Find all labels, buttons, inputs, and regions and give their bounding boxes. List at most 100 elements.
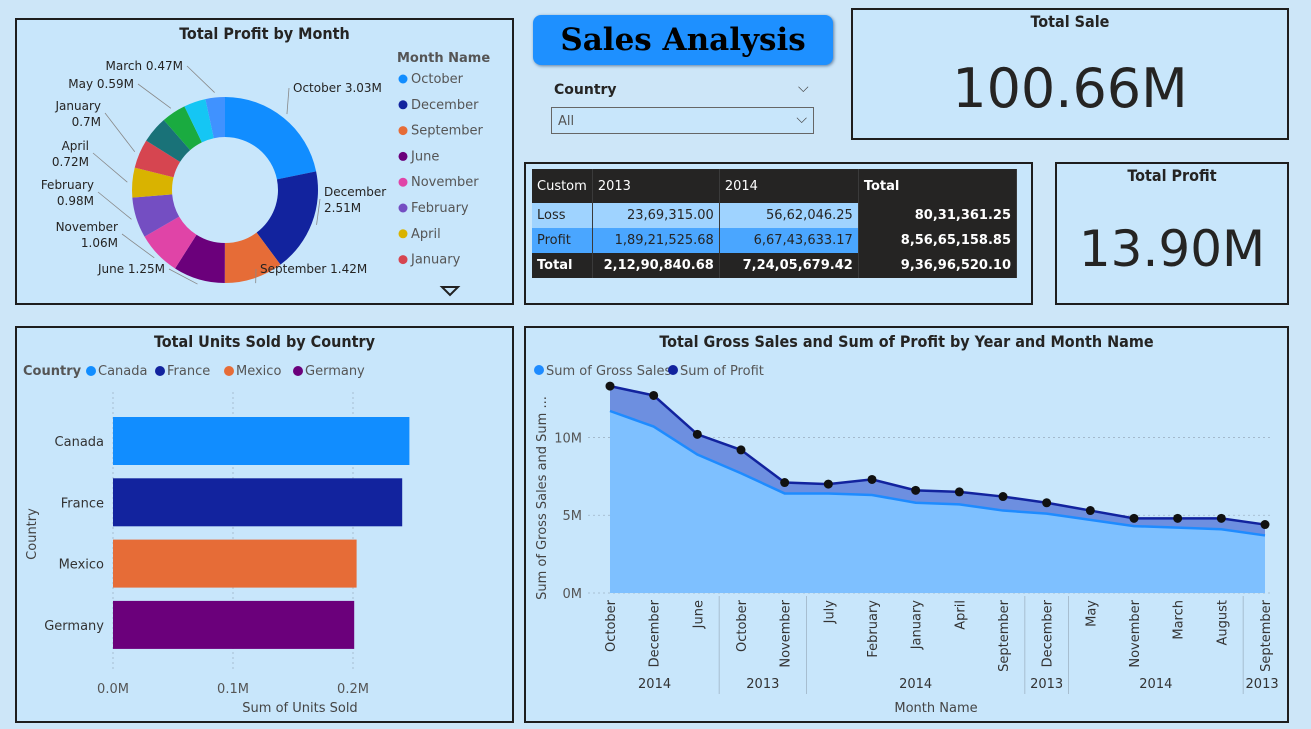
y-tick-label: France [61, 496, 104, 511]
legend-marker [398, 126, 408, 136]
x-tick-label: November [779, 599, 794, 667]
legend-marker [398, 74, 408, 84]
year-label: 2013 [1030, 677, 1063, 692]
legend-marker [293, 366, 303, 376]
data-label: 0.7M [72, 115, 101, 129]
x-tick-label: March [1172, 600, 1187, 640]
year-label: 2014 [1139, 677, 1172, 692]
profit-point [1042, 498, 1052, 508]
matrix-header-cell[interactable]: 2014 [719, 169, 859, 203]
x-tick-label: 0.0M [97, 682, 129, 697]
bar [113, 417, 410, 465]
data-label: December [324, 185, 386, 199]
x-tick-label: July [822, 600, 837, 625]
data-label: October 3.03M [293, 81, 382, 95]
profit-point [911, 485, 921, 495]
x-tick-label: December [648, 599, 663, 667]
x-tick-label: June [691, 600, 706, 629]
cell-value: 23,69,315.00 [592, 203, 720, 228]
bar [113, 478, 403, 527]
total-sale-card: Total Sale 100.66M [851, 8, 1289, 140]
legend-marker [398, 151, 408, 161]
profit-point [954, 487, 964, 497]
x-axis-title: Sum of Units Sold [242, 701, 357, 716]
legend-marker [398, 100, 408, 110]
legend-label: Canada [98, 364, 147, 379]
legend-label: Mexico [236, 364, 281, 379]
x-tick-label: January [910, 600, 925, 651]
bar-chart[interactable]: Country Canada France Mexico Germany 0.0M 0.1M… [17, 328, 512, 721]
profit-point [867, 474, 877, 484]
table-row[interactable]: Total 2,12,90,840.68 7,24,05,679.42 9,36… [532, 253, 1018, 278]
table-row[interactable]: Loss 23,69,315.00 56,62,046.25 80,31,361… [532, 203, 1018, 228]
donut-slice [225, 97, 317, 180]
x-tick-label: September [1259, 599, 1274, 672]
table-row[interactable]: Profit 1,89,21,525.68 6,67,43,633.17 8,5… [532, 228, 1018, 253]
legend-label: February [411, 201, 469, 216]
chevron-down-icon[interactable]: ⌵ [798, 80, 809, 96]
bar [113, 539, 357, 588]
x-tick-label: August [1215, 600, 1230, 646]
kpi-value: 13.90M [1078, 220, 1266, 278]
data-label: September 1.42M [260, 262, 367, 276]
label-leader [186, 65, 215, 93]
y-tick-label: Canada [55, 435, 104, 450]
slicer-value: All [558, 114, 575, 129]
data-label: February [41, 178, 94, 192]
dashboard-title: Sales Analysis [533, 15, 833, 65]
area-chart[interactable]: Sum of Gross Sales Sum of Profit 0M 5M 10M Oc… [526, 328, 1287, 721]
legend-label: Germany [305, 364, 365, 379]
profit-point [1129, 513, 1139, 523]
label-leader [92, 152, 128, 183]
row-label: Loss [532, 203, 593, 228]
x-tick-label: April [953, 600, 968, 630]
profit-point [1085, 506, 1095, 516]
cell-value: 8,56,65,158.85 [858, 228, 1018, 253]
x-tick-label: October [604, 599, 619, 652]
matrix-header-cell[interactable]: 2013 [592, 169, 720, 203]
row-label: Profit [532, 228, 593, 253]
year-label: 2014 [899, 677, 932, 692]
label-leader [286, 87, 290, 115]
legend-label: October [411, 72, 464, 87]
data-label: May 0.59M [68, 77, 134, 91]
legend-marker [398, 203, 408, 213]
profit-point [780, 478, 790, 488]
data-label: 0.98M [57, 194, 94, 208]
matrix-header-cell[interactable]: Total [858, 169, 1018, 203]
total-profit-card: Total Profit 13.90M [1055, 162, 1289, 305]
legend-marker [668, 365, 678, 375]
year-label: 2013 [746, 677, 779, 692]
profit-point [1216, 513, 1226, 523]
kpi-label: Total Profit [1127, 166, 1217, 185]
legend-label: January [410, 253, 461, 268]
matrix-header-cell[interactable]: Custom [532, 169, 593, 203]
cell-value: 2,12,90,840.68 [592, 253, 720, 278]
cell-value: 9,36,96,520.10 [858, 253, 1018, 278]
data-label: 2.51M [324, 201, 361, 215]
legend-label: France [167, 364, 210, 379]
y-tick-label: 0M [563, 587, 583, 602]
y-tick-label: 5M [563, 509, 583, 524]
data-label: 1.06M [81, 236, 118, 250]
y-axis-title: Sum of Gross Sales and Sum ... [535, 396, 550, 600]
data-label: 0.72M [52, 155, 89, 169]
data-label: June 1.25M [97, 262, 165, 276]
y-axis-title: Country [25, 508, 40, 560]
country-slicer-dropdown[interactable]: All ⌵ [551, 107, 814, 134]
cell-value: 56,62,046.25 [719, 203, 859, 228]
profit-point [998, 492, 1008, 502]
cell-value: 1,89,21,525.68 [592, 228, 720, 253]
donut-chart[interactable]: October 3.03M December 2.51M September 1.42… [17, 20, 512, 303]
x-tick-label: 0.2M [337, 682, 369, 697]
cell-value: 7,24,05,679.42 [719, 253, 859, 278]
profit-point [823, 479, 833, 489]
x-tick-label: September [997, 599, 1012, 672]
year-label: 2013 [1246, 677, 1279, 692]
legend-marker [224, 366, 234, 376]
kpi-label: Total Sale [1030, 12, 1110, 31]
legend-marker [398, 229, 408, 239]
x-tick-label: 0.1M [217, 682, 249, 697]
chevron-down-icon: ⌵ [796, 111, 807, 127]
legend-label: Sum of Gross Sales [546, 364, 672, 379]
